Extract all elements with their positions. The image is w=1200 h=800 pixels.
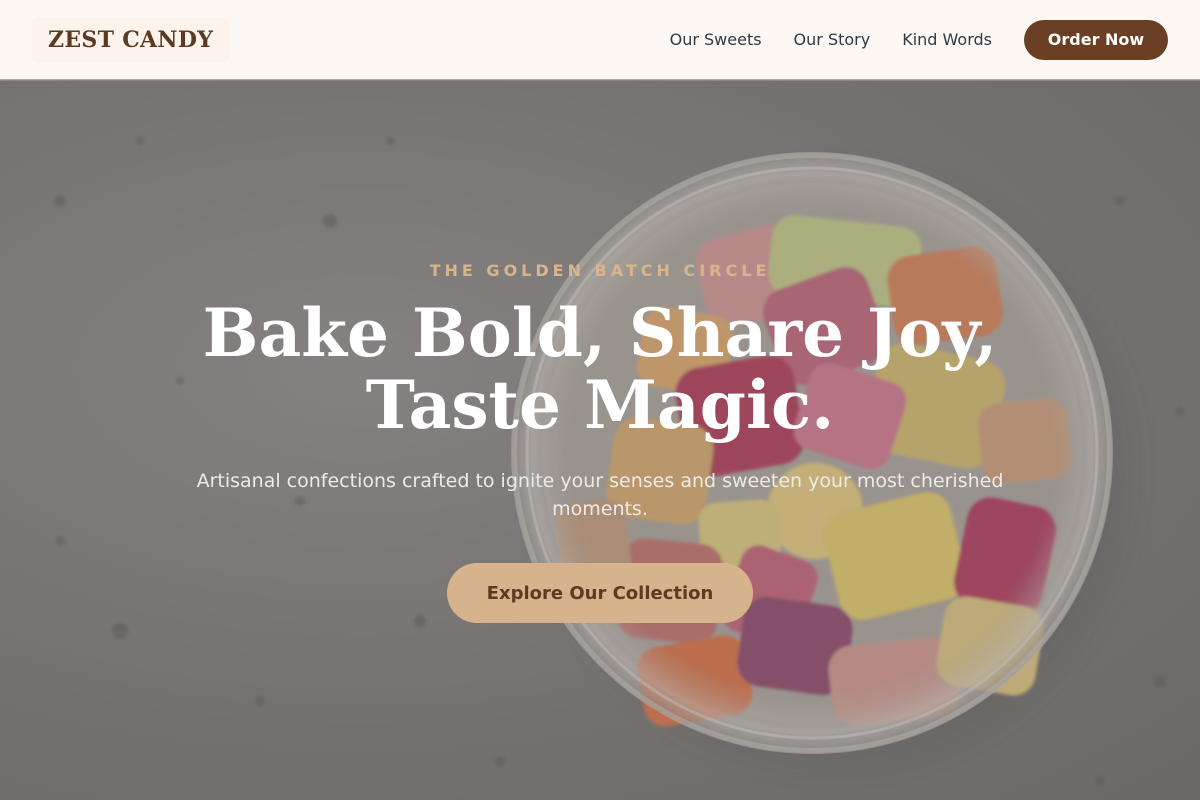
hero-subheading: Artisanal confections crafted to ignite … (196, 470, 1004, 520)
hero-eyebrow: THE GOLDEN BATCH CIRCLE (429, 261, 771, 280)
site-header: ZEST CANDY Our Sweets Our Story Kind Wor… (0, 0, 1200, 80)
logo-container[interactable]: ZEST CANDY (32, 16, 230, 63)
explore-collection-button[interactable]: Explore Our Collection (447, 563, 753, 623)
hero-section: THE GOLDEN BATCH CIRCLE Bake Bold, Share… (0, 81, 1200, 800)
nav-link-our-story[interactable]: Our Story (794, 30, 871, 49)
nav-link-our-sweets[interactable]: Our Sweets (670, 30, 762, 49)
order-now-button[interactable]: Order Now (1024, 19, 1168, 60)
brand-logo[interactable]: ZEST CANDY (48, 27, 213, 53)
main-nav: Our Sweets Our Story Kind Words Order No… (670, 19, 1168, 60)
hero-content: THE GOLDEN BATCH CIRCLE Bake Bold, Share… (0, 81, 1200, 800)
nav-link-kind-words[interactable]: Kind Words (902, 30, 992, 49)
hero-headline: Bake Bold, Share Joy, Taste Magic. (202, 294, 998, 444)
